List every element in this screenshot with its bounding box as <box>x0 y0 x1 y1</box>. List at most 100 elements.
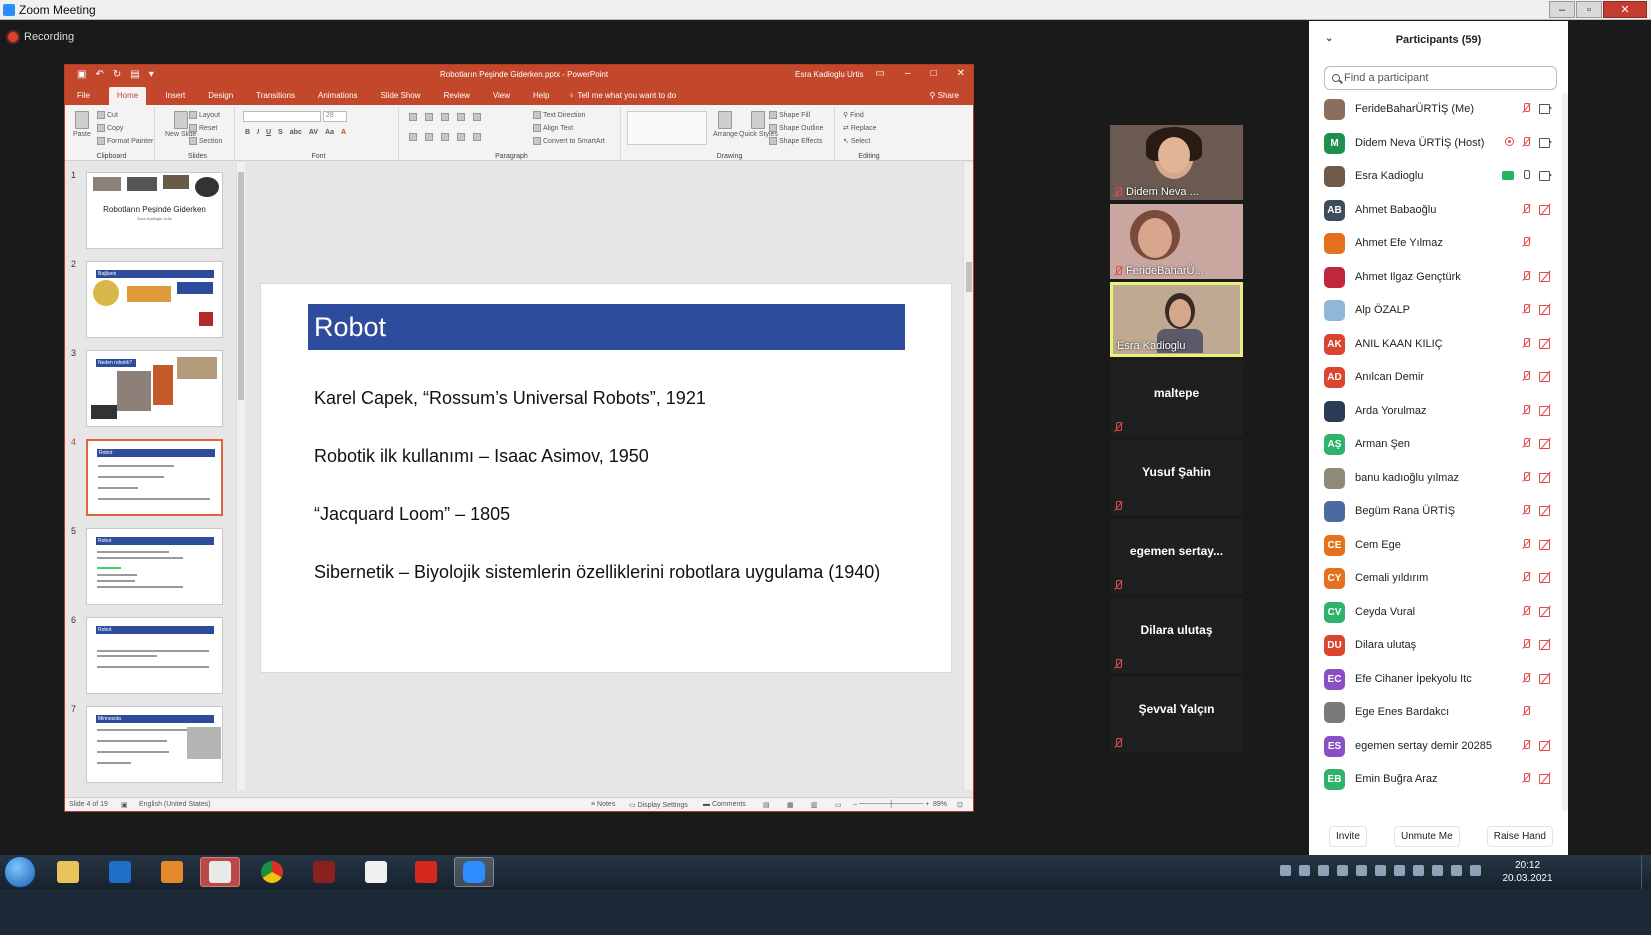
shape-outline-button[interactable]: Shape Outline <box>769 124 823 132</box>
participant-row[interactable]: Ahmet Efe Yılmaz <box>1309 227 1568 260</box>
paste-button[interactable]: Paste <box>73 111 91 138</box>
video-tile[interactable]: Şevval Yalçın <box>1110 677 1243 752</box>
network-tray-icon[interactable] <box>1299 865 1310 876</box>
tell-me-box[interactable]: ♀ Tell me what you want to do <box>568 91 676 105</box>
taskbar-book-app[interactable] <box>304 857 344 887</box>
font-name-box[interactable] <box>243 111 321 122</box>
thumbnails-scroll-thumb[interactable] <box>238 172 244 400</box>
taskbar-zoom[interactable] <box>454 857 494 887</box>
recording-indicator[interactable]: Recording <box>8 31 74 43</box>
shape-fill-button[interactable]: Shape Fill <box>769 111 810 119</box>
participant-row[interactable]: EB Emin Buğra Araz <box>1309 763 1568 796</box>
thumbnail-slide-6[interactable]: Robot <box>86 617 223 694</box>
participant-search-input[interactable]: Find a participant <box>1324 66 1557 90</box>
bold-button[interactable]: B <box>245 129 250 136</box>
align-right-icon[interactable] <box>441 133 449 141</box>
tab-animations[interactable]: Animations <box>314 88 362 105</box>
tab-slide-show[interactable]: Slide Show <box>377 88 425 105</box>
comments-button[interactable]: ▬ Comments <box>703 801 746 808</box>
ribbon-display-icon[interactable]: ▭ <box>876 68 885 79</box>
tray-app-icon[interactable] <box>1432 865 1443 876</box>
thumbnail-slide-3[interactable]: Neden robotik? <box>86 350 223 427</box>
video-tile-active-speaker[interactable]: Esra Kadioglu <box>1110 282 1243 357</box>
taskbar-snipping-tool[interactable] <box>200 857 240 887</box>
thumbnail-slide-7[interactable]: Minnesota <box>86 706 223 783</box>
tab-view[interactable]: View <box>489 88 514 105</box>
redo-icon[interactable]: ↻ <box>113 69 121 80</box>
ppt-maximize-button[interactable]: □ <box>931 68 937 79</box>
signal-icon[interactable] <box>1337 865 1348 876</box>
tray-app-icon[interactable] <box>1356 865 1367 876</box>
align-text-button[interactable]: Align Text <box>533 124 573 132</box>
spellcheck-icon[interactable]: ▣ <box>121 801 128 809</box>
format-painter-button[interactable]: Format Painter <box>97 137 153 145</box>
participant-row[interactable]: M Didem Neva ÜRTİŞ (Host) <box>1309 127 1568 160</box>
thumbnail-slide-4[interactable]: Robot <box>86 439 223 516</box>
arrange-button[interactable]: Arrange <box>713 111 738 138</box>
language-status[interactable]: English (United States) <box>139 801 211 808</box>
save-icon[interactable]: ▣ <box>77 69 86 80</box>
volume-icon[interactable] <box>1413 865 1424 876</box>
ppt-user-name[interactable]: Esra Kadioglu Urtis <box>795 70 863 79</box>
cut-button[interactable]: Cut <box>97 111 118 119</box>
participant-row[interactable]: AD Anılcan Demir <box>1309 361 1568 394</box>
copy-button[interactable]: Copy <box>97 124 123 132</box>
participant-row[interactable]: DU Dilara ulutaş <box>1309 629 1568 662</box>
columns-icon[interactable] <box>473 133 481 141</box>
maximize-button[interactable]: ▫ <box>1576 1 1602 18</box>
shapes-gallery[interactable] <box>627 111 707 145</box>
section-button[interactable]: Section <box>189 137 222 145</box>
align-center-icon[interactable] <box>425 133 433 141</box>
participant-row[interactable]: Arda Yorulmaz <box>1309 395 1568 428</box>
participant-row[interactable]: FerideBaharÜRTİŞ (Me) <box>1309 93 1568 126</box>
action-center-icon[interactable] <box>1470 865 1481 876</box>
font-size-box[interactable]: 28 <box>323 111 347 122</box>
replace-button[interactable]: ⇄ Replace <box>843 124 877 133</box>
undo-icon[interactable]: ↶ <box>95 69 103 80</box>
layout-button[interactable]: Layout <box>189 111 220 119</box>
italic-button[interactable]: I <box>257 129 259 136</box>
shadow-button[interactable]: S <box>278 129 283 136</box>
shape-effects-button[interactable]: Shape Effects <box>769 137 822 145</box>
participant-row[interactable]: Alp ÖZALP <box>1309 294 1568 327</box>
taskbar-acrobat[interactable] <box>406 857 446 887</box>
close-button[interactable]: ✕ <box>1603 1 1647 18</box>
taskbar-outlook[interactable] <box>100 857 140 887</box>
participant-row[interactable]: CV Ceyda Vural <box>1309 596 1568 629</box>
participant-row[interactable]: Ege Enes Bardakcı <box>1309 696 1568 729</box>
slide-title[interactable]: Robot <box>308 304 905 350</box>
participant-row[interactable]: AB Ahmet Babaoğlu <box>1309 194 1568 227</box>
fit-slide-icon[interactable]: ⊡ <box>957 801 963 809</box>
justify-icon[interactable] <box>457 133 465 141</box>
video-tile[interactable]: egemen sertay... <box>1110 519 1243 594</box>
present-icon[interactable]: ▤ <box>130 69 139 80</box>
tab-transitions[interactable]: Transitions <box>252 88 299 105</box>
participant-list-scrollbar[interactable] <box>1562 93 1568 811</box>
current-slide[interactable]: Robot Karel Capek, “Rossum’s Universal R… <box>260 283 952 673</box>
video-tile[interactable]: Yusuf Şahin <box>1110 440 1243 515</box>
display-settings-button[interactable]: ▭ Display Settings <box>629 801 688 809</box>
slide-bullet[interactable]: Robotik ilk kullanımı – Isaac Asimov, 19… <box>314 446 649 467</box>
bullets-icon[interactable] <box>409 113 417 121</box>
convert-smartart-button[interactable]: Convert to SmartArt <box>533 137 605 145</box>
show-desktop-button[interactable] <box>1641 855 1651 889</box>
strikethrough-button[interactable]: abc <box>290 129 302 136</box>
participant-row[interactable]: CY Cemali yıldırım <box>1309 562 1568 595</box>
collapse-chevron-icon[interactable]: ⌄ <box>1325 33 1333 44</box>
underline-button[interactable]: U <box>266 129 271 136</box>
zoom-tray-icon[interactable] <box>1318 865 1329 876</box>
zoom-level[interactable]: 89% <box>933 801 947 808</box>
notes-button[interactable]: ≡ Notes <box>591 801 615 808</box>
find-button[interactable]: ⚲ Find <box>843 111 864 120</box>
change-case-button[interactable]: Aa <box>325 129 334 136</box>
start-button[interactable] <box>4 856 36 888</box>
tab-file[interactable]: File <box>73 88 94 105</box>
flag-icon[interactable] <box>1394 865 1405 876</box>
participant-row[interactable]: AK ANIL KAAN KILIÇ <box>1309 328 1568 361</box>
bluetooth-icon[interactable] <box>1280 865 1291 876</box>
customize-qat-icon[interactable]: ▾ <box>149 69 154 80</box>
taskbar-chrome[interactable] <box>252 857 292 887</box>
normal-view-icon[interactable]: ▤ <box>763 801 770 809</box>
tab-help[interactable]: Help <box>529 88 553 105</box>
tab-home[interactable]: Home <box>108 87 147 105</box>
